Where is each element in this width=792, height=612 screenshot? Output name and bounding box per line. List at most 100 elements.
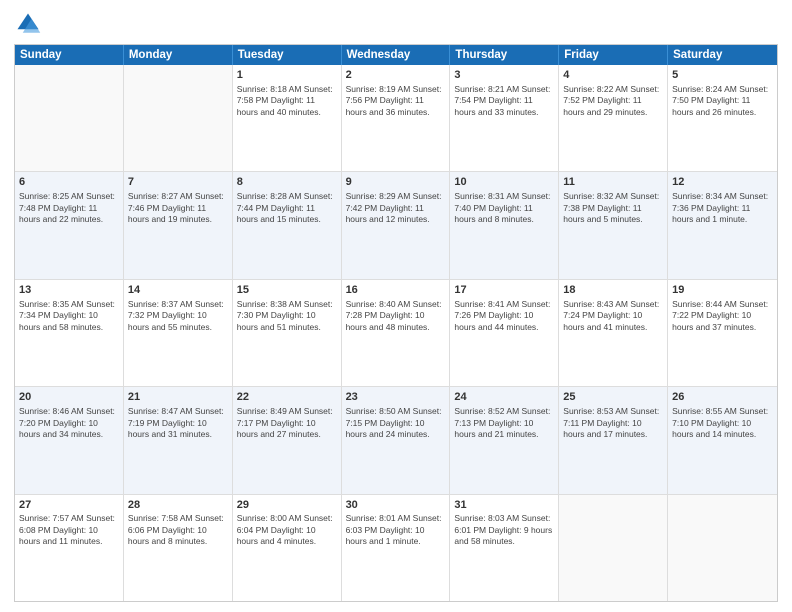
cell-info: Sunrise: 8:47 AM Sunset: 7:19 PM Dayligh… xyxy=(128,406,228,440)
day-cell-15: 15Sunrise: 8:38 AM Sunset: 7:30 PM Dayli… xyxy=(233,280,342,386)
header-day-sunday: Sunday xyxy=(15,45,124,65)
day-number: 25 xyxy=(563,390,663,405)
day-cell-2: 2Sunrise: 8:19 AM Sunset: 7:56 PM Daylig… xyxy=(342,65,451,171)
day-cell-18: 18Sunrise: 8:43 AM Sunset: 7:24 PM Dayli… xyxy=(559,280,668,386)
cell-info: Sunrise: 8:41 AM Sunset: 7:26 PM Dayligh… xyxy=(454,299,554,333)
day-number: 18 xyxy=(563,283,663,298)
day-number: 6 xyxy=(19,175,119,190)
cell-info: Sunrise: 8:21 AM Sunset: 7:54 PM Dayligh… xyxy=(454,84,554,118)
logo-icon xyxy=(14,10,42,38)
day-cell-14: 14Sunrise: 8:37 AM Sunset: 7:32 PM Dayli… xyxy=(124,280,233,386)
header-day-monday: Monday xyxy=(124,45,233,65)
day-number: 20 xyxy=(19,390,119,405)
day-number: 12 xyxy=(672,175,773,190)
day-number: 13 xyxy=(19,283,119,298)
day-cell-29: 29Sunrise: 8:00 AM Sunset: 6:04 PM Dayli… xyxy=(233,495,342,601)
cell-info: Sunrise: 8:00 AM Sunset: 6:04 PM Dayligh… xyxy=(237,513,337,547)
cell-info: Sunrise: 8:44 AM Sunset: 7:22 PM Dayligh… xyxy=(672,299,773,333)
logo xyxy=(14,10,46,38)
day-cell-11: 11Sunrise: 8:32 AM Sunset: 7:38 PM Dayli… xyxy=(559,172,668,278)
day-cell-4: 4Sunrise: 8:22 AM Sunset: 7:52 PM Daylig… xyxy=(559,65,668,171)
day-number: 28 xyxy=(128,498,228,513)
calendar-header: SundayMondayTuesdayWednesdayThursdayFrid… xyxy=(15,45,777,65)
day-number: 3 xyxy=(454,68,554,83)
cell-info: Sunrise: 8:37 AM Sunset: 7:32 PM Dayligh… xyxy=(128,299,228,333)
week-row-4: 20Sunrise: 8:46 AM Sunset: 7:20 PM Dayli… xyxy=(15,386,777,493)
day-number: 31 xyxy=(454,498,554,513)
cell-info: Sunrise: 8:55 AM Sunset: 7:10 PM Dayligh… xyxy=(672,406,773,440)
day-cell-30: 30Sunrise: 8:01 AM Sunset: 6:03 PM Dayli… xyxy=(342,495,451,601)
cell-info: Sunrise: 8:18 AM Sunset: 7:58 PM Dayligh… xyxy=(237,84,337,118)
day-cell-28: 28Sunrise: 7:58 AM Sunset: 6:06 PM Dayli… xyxy=(124,495,233,601)
day-cell-1: 1Sunrise: 8:18 AM Sunset: 7:58 PM Daylig… xyxy=(233,65,342,171)
day-number: 2 xyxy=(346,68,446,83)
calendar: SundayMondayTuesdayWednesdayThursdayFrid… xyxy=(14,44,778,602)
empty-cell xyxy=(559,495,668,601)
day-number: 23 xyxy=(346,390,446,405)
header xyxy=(14,10,778,38)
cell-info: Sunrise: 8:31 AM Sunset: 7:40 PM Dayligh… xyxy=(454,191,554,225)
day-number: 24 xyxy=(454,390,554,405)
day-cell-5: 5Sunrise: 8:24 AM Sunset: 7:50 PM Daylig… xyxy=(668,65,777,171)
week-row-2: 6Sunrise: 8:25 AM Sunset: 7:48 PM Daylig… xyxy=(15,171,777,278)
day-number: 22 xyxy=(237,390,337,405)
cell-info: Sunrise: 8:35 AM Sunset: 7:34 PM Dayligh… xyxy=(19,299,119,333)
day-cell-27: 27Sunrise: 7:57 AM Sunset: 6:08 PM Dayli… xyxy=(15,495,124,601)
day-cell-12: 12Sunrise: 8:34 AM Sunset: 7:36 PM Dayli… xyxy=(668,172,777,278)
cell-info: Sunrise: 8:52 AM Sunset: 7:13 PM Dayligh… xyxy=(454,406,554,440)
day-number: 16 xyxy=(346,283,446,298)
day-number: 21 xyxy=(128,390,228,405)
day-cell-16: 16Sunrise: 8:40 AM Sunset: 7:28 PM Dayli… xyxy=(342,280,451,386)
day-number: 11 xyxy=(563,175,663,190)
day-cell-6: 6Sunrise: 8:25 AM Sunset: 7:48 PM Daylig… xyxy=(15,172,124,278)
cell-info: Sunrise: 8:43 AM Sunset: 7:24 PM Dayligh… xyxy=(563,299,663,333)
week-row-3: 13Sunrise: 8:35 AM Sunset: 7:34 PM Dayli… xyxy=(15,279,777,386)
day-number: 5 xyxy=(672,68,773,83)
cell-info: Sunrise: 8:22 AM Sunset: 7:52 PM Dayligh… xyxy=(563,84,663,118)
day-cell-31: 31Sunrise: 8:03 AM Sunset: 6:01 PM Dayli… xyxy=(450,495,559,601)
day-number: 14 xyxy=(128,283,228,298)
day-cell-22: 22Sunrise: 8:49 AM Sunset: 7:17 PM Dayli… xyxy=(233,387,342,493)
cell-info: Sunrise: 8:01 AM Sunset: 6:03 PM Dayligh… xyxy=(346,513,446,547)
cell-info: Sunrise: 8:46 AM Sunset: 7:20 PM Dayligh… xyxy=(19,406,119,440)
cell-info: Sunrise: 8:28 AM Sunset: 7:44 PM Dayligh… xyxy=(237,191,337,225)
day-number: 30 xyxy=(346,498,446,513)
day-cell-9: 9Sunrise: 8:29 AM Sunset: 7:42 PM Daylig… xyxy=(342,172,451,278)
cell-info: Sunrise: 8:34 AM Sunset: 7:36 PM Dayligh… xyxy=(672,191,773,225)
day-number: 15 xyxy=(237,283,337,298)
cell-info: Sunrise: 8:50 AM Sunset: 7:15 PM Dayligh… xyxy=(346,406,446,440)
cell-info: Sunrise: 8:27 AM Sunset: 7:46 PM Dayligh… xyxy=(128,191,228,225)
day-cell-13: 13Sunrise: 8:35 AM Sunset: 7:34 PM Dayli… xyxy=(15,280,124,386)
calendar-body: 1Sunrise: 8:18 AM Sunset: 7:58 PM Daylig… xyxy=(15,65,777,601)
day-cell-19: 19Sunrise: 8:44 AM Sunset: 7:22 PM Dayli… xyxy=(668,280,777,386)
cell-info: Sunrise: 8:19 AM Sunset: 7:56 PM Dayligh… xyxy=(346,84,446,118)
header-day-saturday: Saturday xyxy=(668,45,777,65)
cell-info: Sunrise: 8:49 AM Sunset: 7:17 PM Dayligh… xyxy=(237,406,337,440)
page: SundayMondayTuesdayWednesdayThursdayFrid… xyxy=(0,0,792,612)
empty-cell xyxy=(15,65,124,171)
cell-info: Sunrise: 8:29 AM Sunset: 7:42 PM Dayligh… xyxy=(346,191,446,225)
header-day-thursday: Thursday xyxy=(450,45,559,65)
empty-cell xyxy=(668,495,777,601)
cell-info: Sunrise: 8:40 AM Sunset: 7:28 PM Dayligh… xyxy=(346,299,446,333)
day-number: 8 xyxy=(237,175,337,190)
day-number: 1 xyxy=(237,68,337,83)
empty-cell xyxy=(124,65,233,171)
day-cell-20: 20Sunrise: 8:46 AM Sunset: 7:20 PM Dayli… xyxy=(15,387,124,493)
cell-info: Sunrise: 8:53 AM Sunset: 7:11 PM Dayligh… xyxy=(563,406,663,440)
day-number: 4 xyxy=(563,68,663,83)
day-number: 17 xyxy=(454,283,554,298)
day-cell-10: 10Sunrise: 8:31 AM Sunset: 7:40 PM Dayli… xyxy=(450,172,559,278)
day-cell-26: 26Sunrise: 8:55 AM Sunset: 7:10 PM Dayli… xyxy=(668,387,777,493)
cell-info: Sunrise: 8:03 AM Sunset: 6:01 PM Dayligh… xyxy=(454,513,554,547)
day-number: 27 xyxy=(19,498,119,513)
cell-info: Sunrise: 7:58 AM Sunset: 6:06 PM Dayligh… xyxy=(128,513,228,547)
cell-info: Sunrise: 7:57 AM Sunset: 6:08 PM Dayligh… xyxy=(19,513,119,547)
header-day-friday: Friday xyxy=(559,45,668,65)
day-cell-8: 8Sunrise: 8:28 AM Sunset: 7:44 PM Daylig… xyxy=(233,172,342,278)
day-number: 29 xyxy=(237,498,337,513)
cell-info: Sunrise: 8:24 AM Sunset: 7:50 PM Dayligh… xyxy=(672,84,773,118)
week-row-1: 1Sunrise: 8:18 AM Sunset: 7:58 PM Daylig… xyxy=(15,65,777,171)
header-day-wednesday: Wednesday xyxy=(342,45,451,65)
cell-info: Sunrise: 8:25 AM Sunset: 7:48 PM Dayligh… xyxy=(19,191,119,225)
